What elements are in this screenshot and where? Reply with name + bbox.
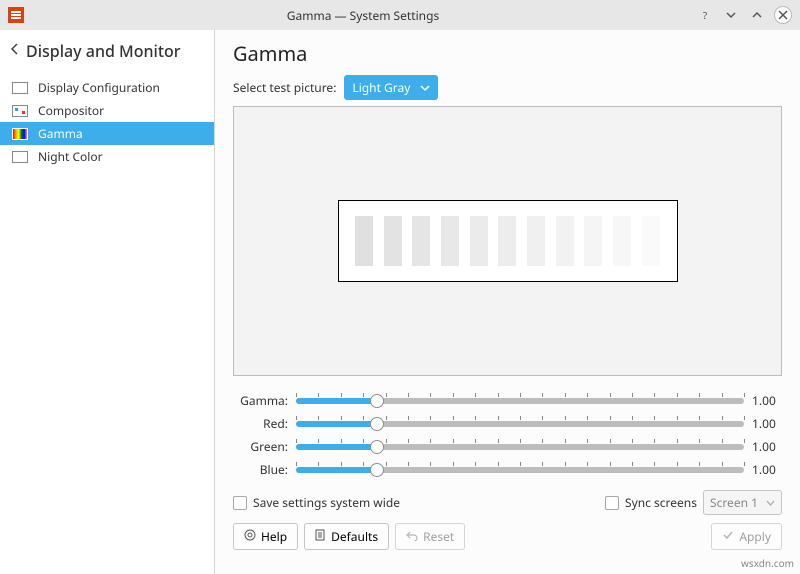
slider-thumb[interactable] [370, 417, 384, 431]
night-color-icon [12, 151, 28, 163]
test-picture-frame [233, 106, 782, 376]
slider-row-blue: Blue: 1.00 [233, 461, 782, 478]
sidebar-item-label: Night Color [38, 148, 103, 165]
close-button[interactable] [774, 6, 792, 24]
test-bar [355, 216, 373, 266]
test-bar [584, 216, 602, 266]
save-system-wide-checkbox[interactable] [233, 496, 247, 510]
screen-select-value: Screen 1 [710, 494, 758, 511]
chevron-down-icon [420, 81, 430, 95]
slider-track[interactable] [296, 439, 744, 454]
test-bar [613, 216, 631, 266]
compositor-icon [12, 105, 28, 117]
document-icon [315, 528, 326, 545]
help-icon [244, 528, 256, 545]
button-label: Help [261, 528, 287, 545]
help-icon[interactable]: ? [696, 6, 714, 24]
sidebar-item-compositor[interactable]: Compositor [0, 99, 214, 122]
sidebar-title: Display and Monitor [26, 40, 181, 62]
watermark: wsxdn.com [741, 556, 794, 570]
sync-screens-checkbox[interactable] [605, 496, 619, 510]
sidebar-item-label: Compositor [38, 102, 104, 119]
undo-icon [406, 528, 418, 545]
help-button[interactable]: Help [233, 523, 298, 550]
slider-label: Gamma: [233, 392, 288, 409]
slider-label: Red: [233, 415, 288, 432]
maximize-icon[interactable] [748, 6, 766, 24]
slider-thumb[interactable] [370, 440, 384, 454]
chevron-down-icon [766, 494, 775, 511]
slider-track[interactable] [296, 462, 744, 477]
reset-button[interactable]: Reset [395, 523, 465, 550]
apply-button[interactable]: Apply [711, 523, 782, 550]
test-bar [498, 216, 516, 266]
slider-track[interactable] [296, 416, 744, 431]
sidebar-header[interactable]: Display and Monitor [0, 30, 214, 76]
test-picture [338, 200, 678, 282]
slider-track[interactable] [296, 393, 744, 408]
check-icon [722, 528, 734, 545]
slider-label: Green: [233, 438, 288, 455]
sidebar-item-display-config[interactable]: Display Configuration [0, 76, 214, 99]
slider-thumb[interactable] [370, 394, 384, 408]
titlebar-actions: ? [696, 6, 792, 24]
back-chevron-icon[interactable] [10, 42, 20, 61]
test-bar [384, 216, 402, 266]
main-panel: Gamma Select test picture: Light Gray Ga… [215, 30, 800, 574]
test-bar [642, 216, 660, 266]
test-picture-dropdown[interactable]: Light Gray [344, 75, 438, 100]
test-bar [556, 216, 574, 266]
slider-thumb[interactable] [370, 463, 384, 477]
minimize-icon[interactable] [722, 6, 740, 24]
sidebar-item-label: Gamma [38, 125, 83, 142]
dropdown-value: Light Gray [352, 79, 410, 96]
sync-screens-label: Sync screens [625, 494, 697, 511]
slider-row-red: Red: 1.00 [233, 415, 782, 432]
window-title: Gamma — System Settings [30, 7, 696, 24]
screen-select[interactable]: Screen 1 [703, 490, 782, 515]
defaults-button[interactable]: Defaults [304, 523, 389, 550]
button-label: Defaults [331, 528, 378, 545]
test-bar [527, 216, 545, 266]
sidebar: Display and Monitor Display Configuratio… [0, 30, 215, 574]
sidebar-item-label: Display Configuration [38, 79, 160, 96]
save-system-wide-label: Save settings system wide [253, 494, 400, 511]
gamma-icon [12, 128, 28, 140]
select-picture-label: Select test picture: [233, 79, 336, 96]
slider-row-green: Green: 1.00 [233, 438, 782, 455]
button-label: Apply [739, 528, 771, 545]
slider-value: 1.00 [752, 415, 782, 432]
sidebar-item-gamma[interactable]: Gamma [0, 122, 214, 145]
app-icon [8, 7, 24, 23]
page-title: Gamma [233, 40, 782, 67]
test-bar [412, 216, 430, 266]
slider-value: 1.00 [752, 392, 782, 409]
test-bar [470, 216, 488, 266]
slider-value: 1.00 [752, 438, 782, 455]
sidebar-item-night-color[interactable]: Night Color [0, 145, 214, 168]
slider-row-gamma: Gamma: 1.00 [233, 392, 782, 409]
titlebar: Gamma — System Settings ? [0, 0, 800, 30]
slider-label: Blue: [233, 461, 288, 478]
button-label: Reset [423, 528, 454, 545]
test-bar [441, 216, 459, 266]
slider-value: 1.00 [752, 461, 782, 478]
monitor-icon [12, 82, 28, 94]
